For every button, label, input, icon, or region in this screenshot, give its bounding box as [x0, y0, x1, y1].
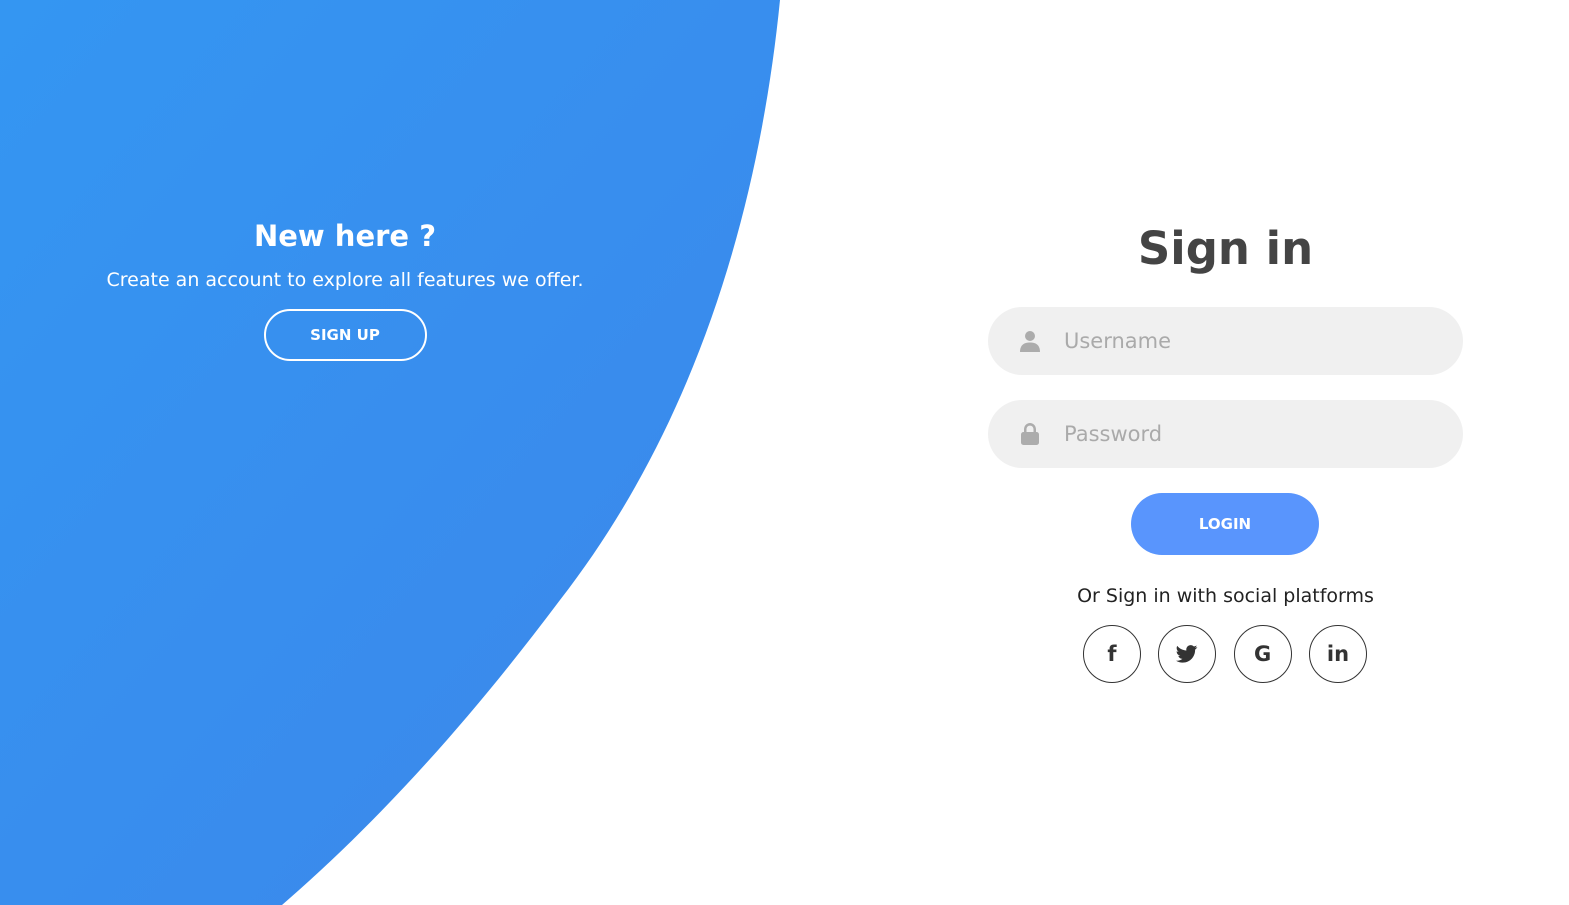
social-media: f G in: [1083, 625, 1367, 683]
left-panel: New here ? Create an account to explore …: [60, 214, 630, 361]
social-text: Or Sign in with social platforms: [1077, 585, 1374, 607]
password-field[interactable]: [988, 400, 1463, 468]
google-icon[interactable]: G: [1233, 625, 1292, 683]
new-here-title: New here ?: [253, 219, 437, 253]
login-button[interactable]: LOGIN: [1131, 493, 1319, 555]
page-title: Sign in: [1137, 222, 1314, 275]
left-panel-description: Create an account to explore all feature…: [106, 269, 584, 291]
lock-icon: [1021, 423, 1039, 445]
twitter-bird-icon: [1176, 645, 1198, 663]
username-input[interactable]: [1064, 307, 1434, 375]
linkedin-icon[interactable]: in: [1308, 625, 1367, 683]
sign-in-page: New here ? Create an account to explore …: [0, 0, 1569, 905]
facebook-icon[interactable]: f: [1083, 625, 1141, 683]
user-icon: [1020, 331, 1040, 352]
sign-up-button[interactable]: SIGN UP: [263, 309, 427, 361]
password-input[interactable]: [1064, 400, 1434, 468]
username-field[interactable]: [988, 307, 1463, 375]
twitter-icon[interactable]: [1158, 625, 1217, 683]
